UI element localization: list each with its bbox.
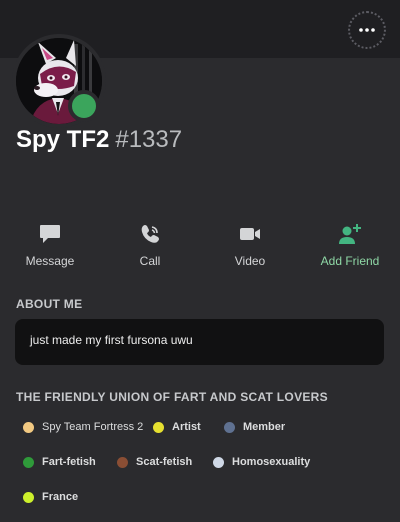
role-color-dot bbox=[224, 421, 235, 433]
video-button[interactable]: Video bbox=[205, 222, 295, 270]
role-chip[interactable]: Spy Team Fortress 2 bbox=[23, 417, 143, 437]
role-color-dot bbox=[23, 491, 34, 503]
role-chip[interactable]: Artist bbox=[153, 417, 201, 437]
profile-name: Spy TF2 #1337 bbox=[16, 126, 182, 154]
role-name: Member bbox=[243, 421, 286, 433]
message-label: Message bbox=[25, 254, 75, 268]
message-button[interactable]: Message bbox=[5, 222, 95, 270]
role-chip[interactable]: Member bbox=[224, 417, 285, 437]
role-name: Homosexuality bbox=[232, 456, 311, 468]
role-color-dot bbox=[117, 456, 128, 468]
role-chip[interactable]: France bbox=[23, 487, 78, 507]
profile-actions: Message Call Video Add Friend bbox=[0, 222, 400, 270]
role-name: France bbox=[42, 491, 79, 503]
discriminator: #1337 bbox=[115, 126, 183, 153]
role-name: Fart-fetish bbox=[42, 456, 96, 468]
phone-icon bbox=[141, 225, 159, 243]
role-color-dot bbox=[23, 421, 34, 433]
about-me-box: just made my first fursona uwu bbox=[15, 319, 384, 365]
add-friend-icon bbox=[339, 224, 361, 244]
role-name: Artist bbox=[172, 421, 201, 433]
role-name: Spy Team Fortress 2 bbox=[42, 421, 144, 433]
add-friend-label: Add Friend bbox=[320, 254, 380, 268]
role-name: Scat-fetish bbox=[136, 456, 193, 468]
role-color-dot bbox=[23, 456, 34, 468]
about-me-heading: ABOUT ME bbox=[16, 297, 83, 311]
ellipsis-icon bbox=[359, 28, 375, 32]
username: Spy TF2 bbox=[16, 126, 110, 153]
video-label: Video bbox=[234, 254, 266, 268]
online-status-icon bbox=[68, 90, 100, 122]
server-name-heading: THE FRIENDLY UNION OF FART AND SCAT LOVE… bbox=[16, 390, 328, 404]
video-camera-icon bbox=[240, 228, 260, 240]
role-chip[interactable]: Scat-fetish bbox=[117, 452, 192, 472]
more-options-button[interactable] bbox=[348, 11, 386, 49]
role-color-dot bbox=[213, 456, 224, 468]
role-color-dot bbox=[153, 421, 164, 433]
role-chip[interactable]: Homosexuality bbox=[213, 452, 310, 472]
call-button[interactable]: Call bbox=[105, 222, 195, 270]
chat-bubble-icon bbox=[40, 225, 60, 243]
role-chip[interactable]: Fart-fetish bbox=[23, 452, 96, 472]
add-friend-button[interactable]: Add Friend bbox=[305, 222, 395, 270]
call-label: Call bbox=[139, 254, 161, 268]
about-me-text: just made my first fursona uwu bbox=[30, 333, 193, 347]
